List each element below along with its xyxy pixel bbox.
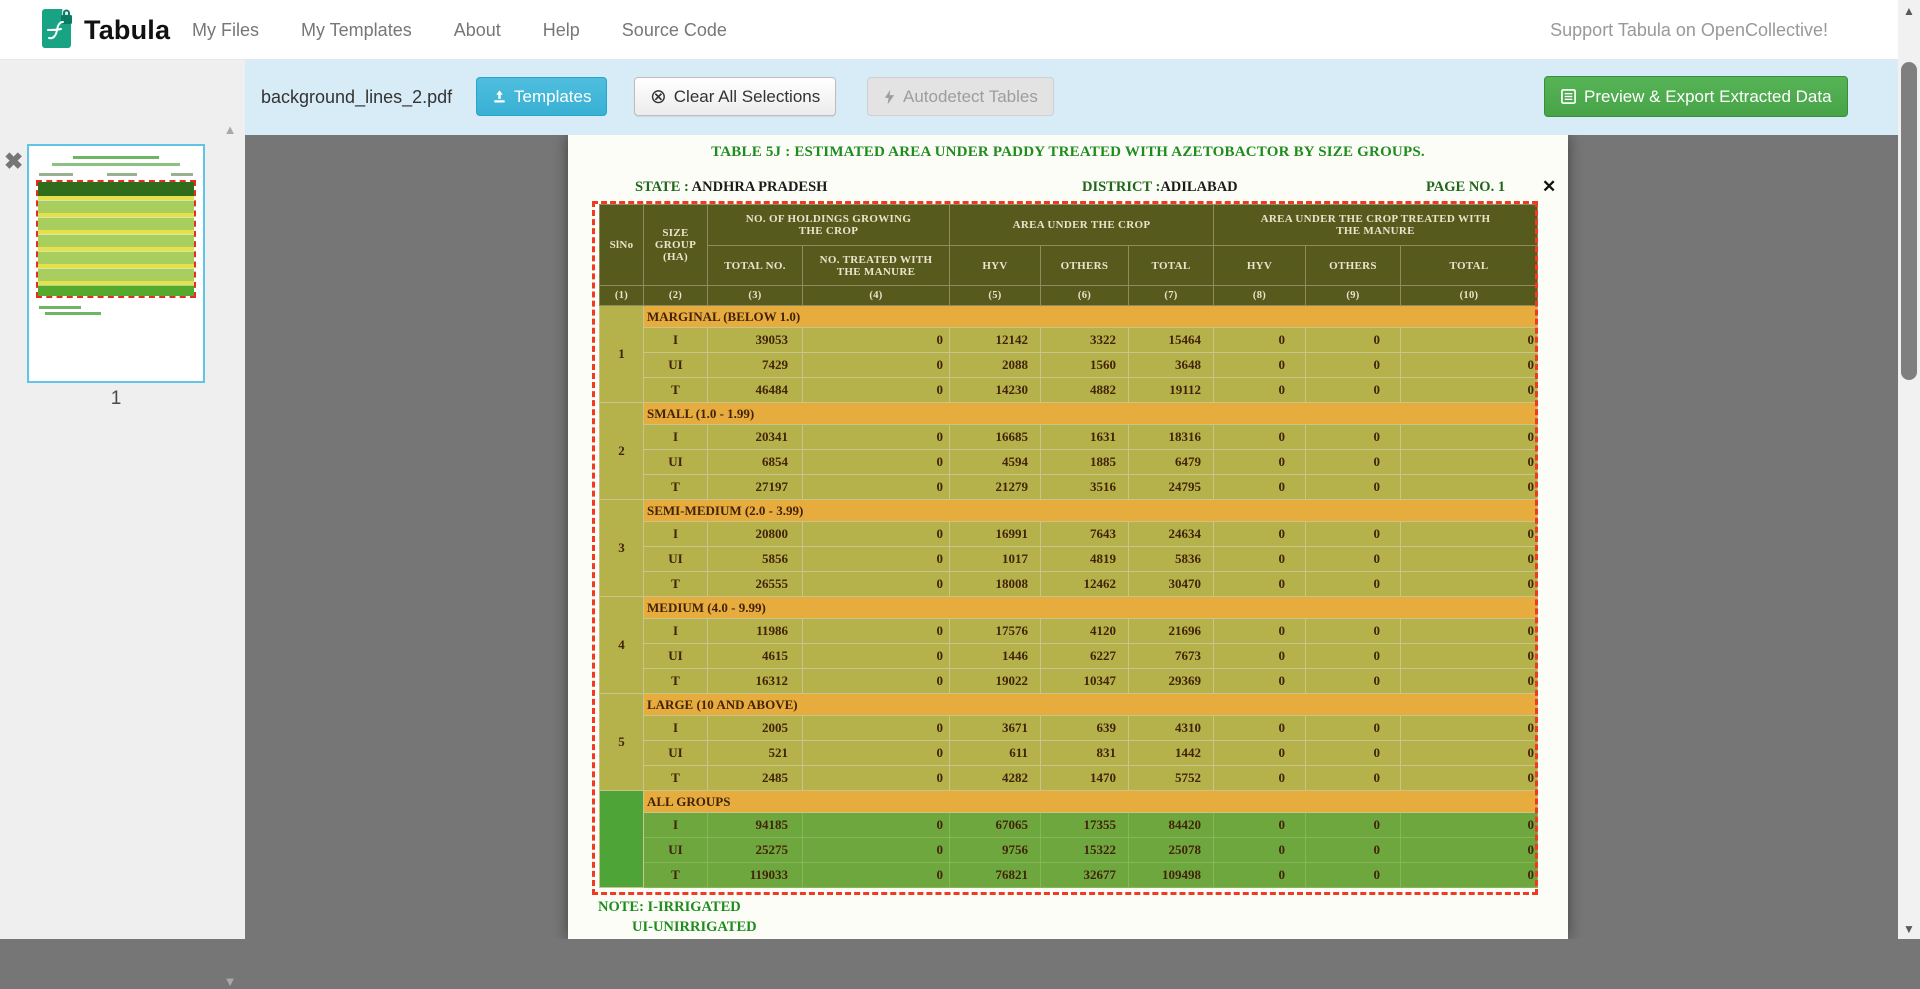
mini-note-line-1 — [39, 306, 81, 309]
mini-meta-line — [39, 173, 193, 176]
support-link[interactable]: Support Tabula on OpenCollective! — [1550, 0, 1828, 60]
state-value: ANDHRA PRADESH — [689, 179, 828, 195]
sidebar-scroll-down-icon[interactable]: ▼ — [219, 974, 241, 989]
clear-circle-x-icon: ⊗ — [650, 87, 667, 107]
page-scrollbar: ▲ ▼ — [1898, 0, 1920, 939]
nav-my-files[interactable]: My Files — [192, 20, 259, 41]
export-table-icon — [1560, 88, 1577, 105]
autodetect-tables-button[interactable]: Autodetect Tables — [867, 77, 1054, 116]
clear-button-label: Clear All Selections — [674, 87, 820, 107]
mini-table-selection — [36, 180, 196, 298]
toolbar: background_lines_2.pdf Templates ⊗ Clear… — [245, 60, 1920, 135]
templates-button-label: Templates — [514, 87, 591, 107]
mini-title-line — [73, 156, 159, 159]
district-label: DISTRICT : — [1082, 179, 1160, 195]
autodetect-button-label: Autodetect Tables — [903, 87, 1038, 107]
sidebar-scroll-up-icon[interactable]: ▲ — [219, 122, 241, 137]
pdf-page: TABLE 5J : ESTIMATED AREA UNDER PADDY TR… — [568, 135, 1568, 939]
table-title: TABLE 5J : ESTIMATED AREA UNDER PADDY TR… — [568, 144, 1568, 161]
current-filename: background_lines_2.pdf — [261, 60, 452, 135]
templates-button[interactable]: Templates — [476, 77, 607, 116]
nav-source-code[interactable]: Source Code — [622, 20, 727, 41]
pdf-viewer-area: TABLE 5J : ESTIMATED AREA UNDER PADDY TR… — [245, 135, 1920, 939]
table-selection-box[interactable] — [592, 201, 1538, 895]
export-button-label: Preview & Export Extracted Data — [1584, 87, 1832, 107]
remove-page-icon[interactable]: ✖ — [4, 148, 23, 175]
scrollbar-up-icon[interactable]: ▲ — [1898, 4, 1920, 18]
tabula-logo-icon — [40, 8, 75, 53]
clear-all-selections-button[interactable]: ⊗ Clear All Selections — [634, 77, 836, 116]
brand-name: Tabula — [84, 15, 170, 46]
nav-my-templates[interactable]: My Templates — [301, 20, 412, 41]
nav-links: My Files My Templates About Help Source … — [192, 0, 727, 60]
tabula-logo[interactable]: Tabula — [40, 0, 170, 60]
thumbnail-page-number: 1 — [27, 388, 205, 410]
page-no-label: PAGE NO. 1 — [1426, 179, 1505, 196]
template-upload-icon — [492, 89, 507, 104]
preview-export-button[interactable]: Preview & Export Extracted Data — [1544, 76, 1848, 117]
scrollbar-thumb[interactable] — [1901, 62, 1917, 380]
note-line-2: UI-UNIRRIGATED — [632, 919, 757, 936]
note-line-1: NOTE: I-IRRIGATED — [598, 899, 741, 916]
state-label: STATE : — [635, 179, 689, 195]
mini-note-line-2 — [45, 312, 101, 315]
page-1-thumbnail[interactable] — [27, 144, 205, 383]
mini-subtitle-line — [52, 163, 180, 166]
close-selection-icon[interactable]: ✕ — [1542, 177, 1556, 197]
top-navbar: Tabula My Files My Templates About Help … — [0, 0, 1920, 60]
scrollbar-down-icon[interactable]: ▼ — [1898, 922, 1920, 936]
page-thumbnail-sidebar: ▲ ✖ 1 ▼ — [0, 60, 245, 939]
lightning-bolt-icon — [883, 89, 896, 105]
nav-help[interactable]: Help — [543, 20, 580, 41]
nav-about[interactable]: About — [454, 20, 501, 41]
district-value: ADILABAD — [1160, 179, 1237, 195]
